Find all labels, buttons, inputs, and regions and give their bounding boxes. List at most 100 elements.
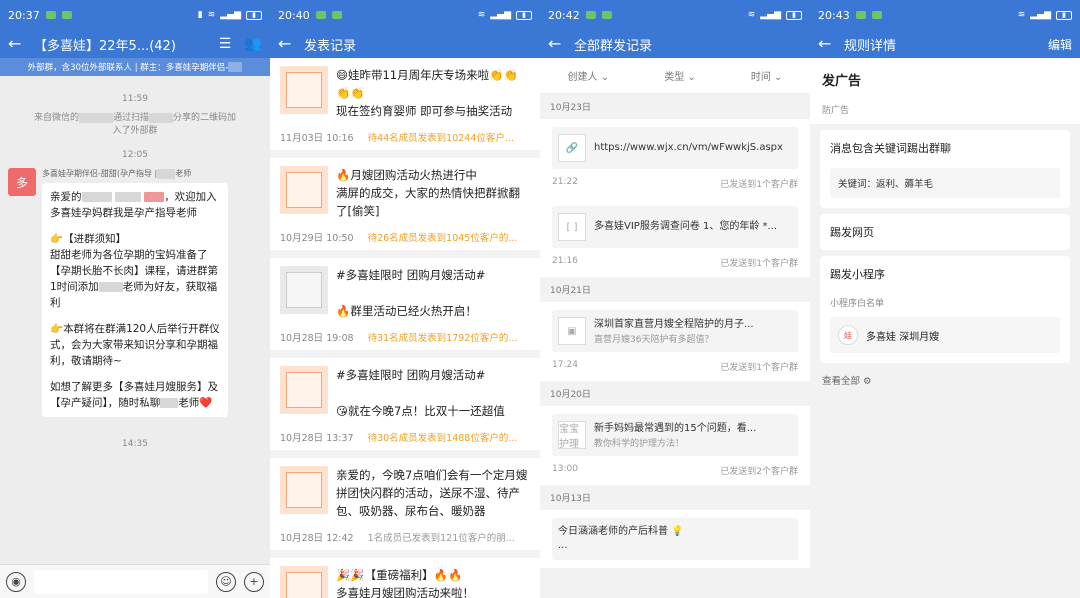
message-text: 老师❤️ [178, 397, 213, 409]
back-arrow-icon[interactable]: ← [278, 36, 294, 52]
message-paragraph: 👉本群将在群满120人后举行开群仪式，会为大家带来知识分享和孕期福利，敬请期待~ [50, 323, 220, 367]
send-record[interactable]: 🔗 https://www.wjx.cn/vm/wFwwkjS.aspx 21:22… [540, 119, 810, 198]
rule-detail-screen: 20:43 ≋ ▂▄▆ ▮ ← 规则详情 编辑 发广告 防广告 消息包含关键词踢出群… [810, 0, 1080, 598]
record-status: 已发送到1个客户群 [720, 180, 798, 190]
post-card[interactable]: 亲爱的，今晚7点咱们会有一个定月嫂拼团快闪群的活动，送尿不湿、待产包、吸奶器、尿… [270, 458, 540, 550]
record-subtext: 直营月嫂36天陪护有多超值？ [594, 334, 714, 345]
system-text: 通过扫描 [112, 113, 149, 123]
timestamp: 14:35 [122, 439, 148, 449]
voice-icon[interactable]: ◉ [6, 571, 26, 592]
post-meta: 10月29日 10:50 待26名成员发表到1045位客户的... [280, 230, 530, 244]
group-title: 【多喜娃】22年5...(42) [34, 38, 176, 54]
timestamp: 11:59 [122, 94, 148, 104]
back-arrow-icon[interactable]: ← [818, 36, 834, 52]
post-card[interactable]: #多喜娃限时 团购月嫂活动# 😘就在今晚7点！比双十一还超值 10月28日 13:… [270, 358, 540, 450]
send-record[interactable]: ▣ 深圳首家直营月嫂全程陪护的月子... 直营月嫂36天陪护有多超值？ 17:24 已发… [540, 302, 810, 381]
battery-icon: ▮ [246, 10, 262, 20]
page-title: 发表记录 [304, 38, 357, 54]
keyword-list: 关键词：返利、薅羊毛 [830, 168, 1060, 198]
group-info-bar[interactable]: 外部群，含30位外部联系人 | 群主：多喜娃孕期伴侣- [0, 58, 270, 76]
edit-button[interactable]: 编辑 [1048, 36, 1072, 53]
battery-icon: ▮ [1056, 10, 1072, 20]
emoji-icon[interactable]: ☺ [216, 571, 236, 592]
send-record[interactable]: 今日涵涵老师的产后科普 💡 ... [540, 510, 810, 568]
group-send-list[interactable]: 10月23日 🔗 https://www.wjx.cn/vm/wFwwkjS.asp… [540, 94, 810, 568]
post-text: 🔥月嫂团购活动火热进行中 满屏的成交，大家的热情快把群掀翻了[偷笑] [336, 168, 520, 218]
header: ← 发表记录 [270, 30, 540, 58]
record-text: 深圳首家直营月嫂全程陪护的月子... [594, 318, 754, 330]
post-status: 待30名成员发表到1488位客户的... [367, 433, 518, 444]
date-group-header: 10月21日 [540, 277, 810, 302]
menu-icon[interactable]: ☰ [216, 35, 234, 53]
post-meta: 10月28日 19:08 待31名成员发表到1792位客户的... [280, 330, 530, 344]
redacted-block [81, 192, 112, 202]
post-card[interactable]: #多喜娃限时 团购月嫂活动# 🔥群里活动已经火热开启！ 10月28日 19:08 待… [270, 258, 540, 350]
filter-creator[interactable]: 创建人 ⌄ [568, 68, 610, 83]
wifi-icon: ≋ [1017, 10, 1026, 20]
app-notification-icon [315, 11, 326, 19]
back-arrow-icon[interactable]: ← [8, 36, 24, 52]
record-meta: 21:16 已发送到1个客户群 [552, 256, 798, 269]
record-content: ▣ 深圳首家直营月嫂全程陪护的月子... 直营月嫂36天陪护有多超值？ [552, 310, 798, 352]
status-time: 20:37 [8, 8, 40, 22]
filter-time[interactable]: 时间 ⌄ [751, 68, 783, 83]
post-status: 待31名成员发表到1792位客户的... [367, 333, 518, 344]
send-record[interactable]: 宝宝护理 新手妈妈最常遇到的15个问题，看... 教你科学的护理方法！ 13:00 已发… [540, 406, 810, 485]
message-bubble[interactable]: 亲爱的 ，欢迎加入多喜娃孕妈群我是孕产指导老师 👉【进群须知】 甜甜老师为各位孕期… [42, 183, 228, 417]
miniprogram-logo-icon: 娃 [838, 325, 858, 345]
content-icon: 宝宝护理 [558, 421, 586, 450]
plus-icon[interactable]: + [244, 571, 264, 592]
wifi-icon: ≋ [477, 10, 486, 20]
whitelist-label: 小程序白名单 [830, 299, 885, 309]
status-bar: 20:40 ≋ ▂▄▆ ▮ [270, 0, 540, 30]
sender-text: 老师 [175, 169, 192, 178]
rule-type: 防广告 [822, 106, 850, 116]
record-subtext: 教你科学的护理方法！ [594, 438, 685, 449]
signal-icon: ▂▄▆ [1030, 10, 1051, 20]
post-meta: 11月03日 10:16 待44名成员发表到10244位客户... [280, 130, 530, 144]
rule-name: 发广告 [822, 74, 862, 89]
record-text: 新手妈妈最常遇到的15个问题，看... [594, 422, 757, 434]
post-list[interactable]: 😄娃昨带11月周年庆专场来啦👏👏👏👏 现在签约育婴师 即可参与抽奖活动 11月03… [270, 58, 540, 598]
avatar[interactable]: 多 [8, 168, 36, 196]
content-icon: ▣ [558, 317, 586, 345]
post-card[interactable]: 🔥月嫂团购活动火热进行中 满屏的成交，大家的热情快把群掀翻了[偷笑] 10月29日… [270, 158, 540, 250]
content-icon: 🔗 [558, 134, 586, 162]
post-card[interactable]: 🎉🎉【重磅福利】🔥🔥 多喜娃月嫂团购活动来啦！ [270, 558, 540, 598]
vibrate-icon: ▮ [197, 10, 203, 20]
signal-icon: ▂▄▆ [220, 10, 241, 20]
message-paragraph: 👉【进群须知】 甜甜老师为各位孕期的宝妈准备了【孕期长胎不长肉】课程，请进群第1时… [50, 231, 220, 311]
group-info-text: 外部群，含30位外部联系人 | 群主：多喜娃孕期伴侣- [27, 63, 229, 73]
members-icon[interactable]: 👥 [244, 35, 262, 53]
post-text: #多喜娃限时 团购月嫂活动# 😘就在今晚7点！比双十一还超值 [336, 368, 505, 418]
message-text: 亲爱的 [50, 191, 82, 203]
back-arrow-icon[interactable]: ← [548, 36, 564, 52]
wifi-icon: ≋ [207, 10, 216, 20]
chat-area[interactable]: 11:59 来自微信的 通过扫描 分享的二维码加入了外部群 12:05 多 多喜娃孕… [0, 76, 270, 598]
redacted-block [160, 398, 179, 408]
miniprogram-name: 多喜娃 深圳月嫂 [866, 331, 940, 343]
rule-header: 发广告 防广告 [810, 58, 1080, 124]
record-content: 今日涵涵老师的产后科普 💡 ... [552, 518, 798, 560]
record-text: https://www.wjx.cn/vm/wFwwkjS.aspx [594, 142, 783, 153]
record-meta: 13:00 已发送到2个客户群 [552, 464, 798, 477]
message-input[interactable] [34, 569, 208, 594]
status-bar: 20:43 ≋ ▂▄▆ ▮ [810, 0, 1080, 30]
post-status: 待26名成员发表到1045位客户的... [367, 233, 518, 244]
battery-icon: ▮ [516, 10, 532, 20]
redacted-block [144, 192, 165, 202]
signal-icon: ▂▄▆ [760, 10, 781, 20]
system-message: 来自微信的 通过扫描 分享的二维码加入了外部群 [0, 112, 270, 138]
record-time: 21:22 [552, 177, 578, 187]
post-meta: 10月28日 12:42 1名成员已发表到121位客户的朋... [280, 530, 530, 544]
date-group-header: 10月20日 [540, 381, 810, 406]
post-thumbnail [280, 166, 328, 214]
app-notification-icon [45, 11, 56, 19]
send-record[interactable]: [ ] 多喜娃VIP服务调查问卷 1、您的年龄 *... 21:16 已发送到1个客户… [540, 198, 810, 277]
filter-type[interactable]: 类型 ⌄ [664, 68, 696, 83]
message-paragraph: 亲爱的 ，欢迎加入多喜娃孕妈群我是孕产指导老师 [50, 189, 220, 221]
record-meta: 17:24 已发送到1个客户群 [552, 360, 798, 373]
view-all-link[interactable]: 查看全部 ⚙ [810, 363, 1080, 397]
post-card[interactable]: 😄娃昨带11月周年庆专场来啦👏👏👏👏 现在签约育婴师 即可参与抽奖活动 11月03… [270, 58, 540, 150]
post-date: 10月28日 19:08 [280, 333, 354, 344]
